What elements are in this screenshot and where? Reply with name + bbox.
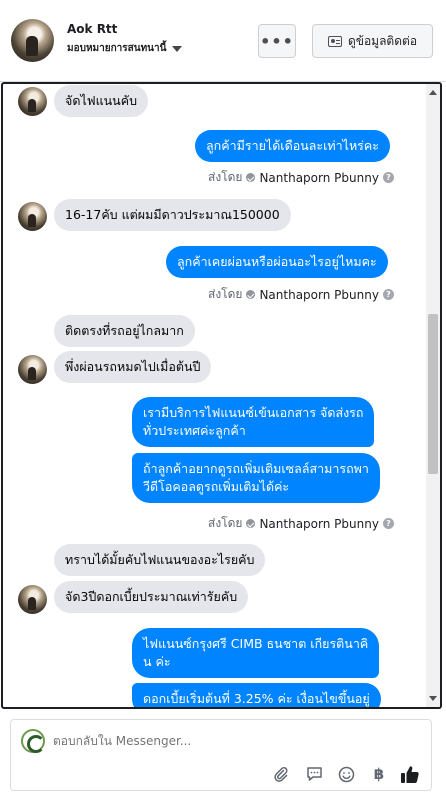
sent-by-info: ส่งโดย Nanthaporn Pbunny ? [208, 285, 394, 304]
scroll-up-arrow-icon[interactable] [429, 90, 437, 95]
message-line: ไฟแนนซ์กรุงศรี CIMB ธนชาต เกียรตินาคิ [143, 636, 369, 651]
incoming-message: จัดไฟแนนคับ [54, 85, 149, 117]
thread-scrollbar[interactable] [426, 84, 440, 707]
help-icon[interactable]: ? [382, 172, 394, 183]
reply-input[interactable] [53, 734, 353, 748]
sent-by-prefix: ส่งโดย [208, 287, 243, 301]
outgoing-message: ดอกเบี้ยเริ่มต้นที่ 3.25% ค่ะ เงื่อนไขขึ… [132, 683, 381, 707]
sent-by-agent[interactable]: Nanthaporn Pbunny [259, 171, 378, 185]
verified-icon [246, 173, 256, 182]
message-line: ถ้าลูกค้าอยากดูรถเพิ่มเติมเซลล์สามารถพา [143, 461, 369, 476]
outgoing-message: ลูกค้าเคยผ่อนหรือผ่อนอะไรอยู่ไหมคะ [166, 246, 388, 278]
message-thread[interactable]: จัดไฟแนนคับ ลูกค้ามีรายได้เดือนละเท่าไหร… [1, 82, 442, 709]
sent-by-info: ส่งโดย Nanthaporn Pbunny ? [208, 168, 394, 187]
message-line: น ค่ะ [143, 654, 171, 669]
sent-by-prefix: ส่งโดย [208, 516, 243, 530]
message-line: ดอกเบี้ยเริ่มต้นที่ 3.25% ค่ะ เงื่อนไขขึ… [143, 691, 370, 706]
verified-icon [246, 519, 256, 528]
message-line: ทั่วประเทศค่ะลูกค้า [143, 423, 246, 438]
help-icon[interactable]: ? [382, 518, 394, 529]
sent-by-agent[interactable]: Nanthaporn Pbunny [259, 288, 378, 302]
incoming-message: 16-17คับ แต่ผมมีดาวประมาณ150000 [54, 199, 291, 231]
more-options-button[interactable]: ••• [258, 24, 296, 58]
sent-by-agent[interactable]: Nanthaporn Pbunny [259, 517, 378, 531]
page-avatar [21, 729, 45, 753]
message-line: วีดีโอคอลดูรถเพิ่มเติมได้ค่ะ [143, 479, 290, 494]
contact-card-icon [327, 35, 342, 47]
outgoing-message: ลูกค้ามีรายได้เดือนละเท่าไหร่คะ [195, 130, 390, 162]
customer-avatar-small [18, 355, 47, 384]
baht-icon[interactable]: ฿ [369, 764, 389, 784]
incoming-message: ติดตรงที่รถอยู่ไกลมาก [54, 315, 195, 347]
thumbs-up-icon[interactable] [400, 764, 420, 784]
scrollbar-thumb[interactable] [428, 314, 438, 474]
customer-avatar[interactable] [11, 19, 54, 62]
scroll-down-arrow-icon[interactable] [429, 696, 437, 701]
incoming-message: พึ่งผ่อนรถหมดไปเมื่อต้นปี [54, 351, 212, 383]
view-contact-label: ดูข้อมูลติดต่อ [347, 33, 418, 48]
outgoing-message: ไฟแนนซ์กรุงศรี CIMB ธนชาต เกียรตินาคิ น … [132, 628, 380, 678]
smiley-icon[interactable] [336, 764, 356, 784]
message-line: เรามีบริการไฟแนนซ์เข้นเอกสาร จัดส่งรถ [143, 405, 364, 420]
incoming-message: ทราบได้มั้ยคับไฟแนนของอะไรยคับ [54, 544, 266, 576]
chat-bubble-icon[interactable] [304, 764, 324, 784]
sent-by-prefix: ส่งโดย [208, 170, 243, 184]
conversation-header: Aok Rtt มอบหมายการสนทนานี้ ••• ดูข้อมูลต… [0, 0, 446, 82]
incoming-message: จัด3ปีดอกเบี้ยประมาณเท่ารัยคับ [54, 581, 249, 613]
reply-composer: ฿ [10, 719, 432, 791]
help-icon[interactable]: ? [382, 289, 394, 300]
paperclip-icon[interactable] [271, 764, 291, 784]
customer-avatar-small [18, 87, 47, 116]
customer-name[interactable]: Aok Rtt [67, 22, 117, 36]
sent-by-info: ส่งโดย Nanthaporn Pbunny ? [208, 514, 394, 533]
outgoing-message: เรามีบริการไฟแนนซ์เข้นเอกสาร จัดส่งรถ ทั… [132, 397, 375, 447]
chevron-down-icon [172, 45, 183, 52]
customer-avatar-small [18, 585, 47, 614]
outgoing-message: ถ้าลูกค้าอยากดูรถเพิ่มเติมเซลล์สามารถพา … [132, 453, 380, 503]
assign-label: มอบหมายการสนทนานี้ [67, 43, 167, 54]
view-contact-button[interactable]: ดูข้อมูลติดต่อ [312, 24, 433, 58]
assign-conversation-dropdown[interactable]: มอบหมายการสนทนานี้ [67, 41, 183, 56]
customer-avatar-small [18, 202, 47, 231]
verified-icon [246, 290, 256, 299]
